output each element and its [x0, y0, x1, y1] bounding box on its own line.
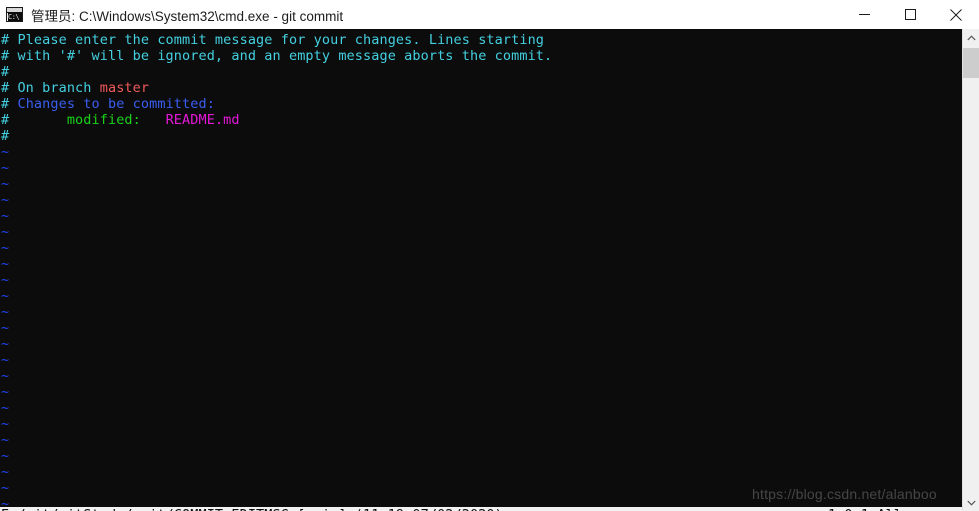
terminal-screen[interactable]: # Please enter the commit message for yo…: [0, 29, 962, 511]
terminal-line: # Changes to be committed:: [0, 96, 962, 112]
scrollbar-down-button[interactable]: [963, 494, 979, 511]
terminal-text-segment: ~: [1, 304, 10, 320]
terminal-line: # with '#' will be ignored, and an empty…: [0, 48, 962, 64]
terminal-empty-line: ~: [0, 432, 962, 448]
terminal-text-segment: ~: [1, 208, 10, 224]
terminal-text-segment: ~: [1, 480, 10, 496]
terminal-empty-line: ~: [0, 208, 962, 224]
terminal-empty-line: ~: [0, 336, 962, 352]
terminal-text-segment: ~: [1, 416, 10, 432]
terminal-text-segment: ~: [1, 144, 10, 160]
chevron-down-icon: [966, 500, 976, 506]
terminal-text-segment: # with '#' will be ignored, and an empty…: [1, 48, 553, 64]
terminal-text-segment: ~: [1, 256, 10, 272]
terminal-empty-line: ~: [0, 320, 962, 336]
terminal-empty-line: ~: [0, 288, 962, 304]
minimize-button[interactable]: [841, 0, 887, 29]
cmd-console-icon: [6, 7, 23, 22]
minimize-icon: [858, 14, 870, 15]
terminal-empty-line: ~: [0, 416, 962, 432]
maximize-button[interactable]: [887, 0, 933, 29]
terminal-text-segment: ~: [1, 320, 10, 336]
close-icon: [950, 8, 962, 21]
close-button[interactable]: [933, 0, 979, 29]
terminal-text-segment: ~: [1, 176, 10, 192]
scrollbar-thumb[interactable]: [963, 48, 979, 78]
terminal-empty-line: ~: [0, 144, 962, 160]
terminal-text-segment: #: [1, 64, 10, 80]
terminal-empty-line: ~: [0, 368, 962, 384]
terminal-line: # Please enter the commit message for yo…: [0, 32, 962, 48]
terminal-text-segment: ~: [1, 224, 10, 240]
terminal-text-segment: # On branch: [1, 80, 100, 96]
terminal-empty-line: ~: [0, 464, 962, 480]
title-bar-left-group: 管理员: C:\Windows\System32\cmd.exe - git c…: [0, 5, 841, 25]
terminal-text-segment: ~: [1, 448, 10, 464]
maximize-icon: [904, 9, 916, 20]
terminal-text-segment: ~: [1, 400, 10, 416]
terminal-text-segment: ~: [1, 432, 10, 448]
terminal-text-segment: ~: [1, 336, 10, 352]
terminal-text-segment: README.md: [165, 112, 240, 128]
chevron-up-icon: [966, 34, 976, 40]
vim-status-line: E:/git/gitStudy/.git/COMMIT_EDITMSG [uni…: [0, 507, 962, 511]
terminal-empty-line: ~: [0, 240, 962, 256]
terminal-text-segment: modified:: [66, 112, 141, 128]
terminal-text-segment: #: [1, 112, 67, 128]
terminal-text-segment: ~: [1, 272, 10, 288]
terminal-line: # On branch master: [0, 80, 962, 96]
terminal-text-segment: #: [1, 96, 18, 112]
terminal-text-segment: ~: [1, 240, 10, 256]
terminal-empty-line: ~: [0, 448, 962, 464]
terminal-line: #: [0, 128, 962, 144]
terminal-empty-line: ~: [0, 160, 962, 176]
terminal-empty-line: ~: [0, 400, 962, 416]
terminal-text-segment: ~: [1, 288, 10, 304]
terminal-empty-line: ~: [0, 384, 962, 400]
terminal-line: #: [0, 64, 962, 80]
terminal-empty-line: ~: [0, 256, 962, 272]
terminal-text-segment: # Please enter the commit message for yo…: [1, 32, 545, 48]
status-file-info: E:/git/gitStudy/.git/COMMIT_EDITMSG [uni…: [0, 507, 503, 511]
status-cursor-position: 1,0-1 All: [828, 507, 902, 511]
terminal-line: # modified: README.md: [0, 112, 962, 128]
terminal-empty-line: ~: [0, 192, 962, 208]
terminal-text-segment: ~: [1, 368, 10, 384]
terminal-text-segment: master: [99, 80, 150, 96]
terminal-text-segment: ~: [1, 192, 10, 208]
terminal-text-segment: ~: [1, 160, 10, 176]
vertical-scrollbar[interactable]: [962, 29, 979, 511]
cmd-terminal-window: 管理员: C:\Windows\System32\cmd.exe - git c…: [0, 0, 979, 511]
terminal-empty-line: ~: [0, 176, 962, 192]
terminal-text-segment: ~: [1, 352, 10, 368]
vim-text-buffer: # Please enter the commit message for yo…: [0, 32, 962, 511]
terminal-text-segment: ~: [1, 464, 10, 480]
terminal-empty-line: ~: [0, 352, 962, 368]
terminal-text-segment: Changes to be committed:: [17, 96, 215, 112]
terminal-empty-line: ~: [0, 304, 962, 320]
window-title-bar[interactable]: 管理员: C:\Windows\System32\cmd.exe - git c…: [0, 0, 979, 30]
terminal-empty-line: ~: [0, 272, 962, 288]
terminal-empty-line: ~: [0, 480, 962, 496]
terminal-empty-line: ~: [0, 224, 962, 240]
scrollbar-up-button[interactable]: [963, 29, 979, 46]
terminal-text-segment: ~: [1, 384, 10, 400]
terminal-text-segment: #: [1, 128, 10, 144]
window-title-text: 管理员: C:\Windows\System32\cmd.exe - git c…: [31, 8, 344, 24]
